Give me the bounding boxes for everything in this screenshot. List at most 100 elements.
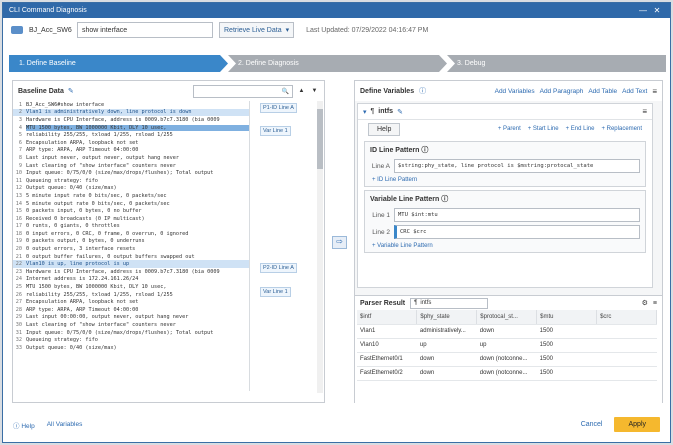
add-paragraph-button[interactable]: Add Paragraph <box>540 88 584 95</box>
code-line[interactable]: 6 Encapsulation ARPA, loopback not set <box>13 139 249 147</box>
tag-p2-id-line[interactable]: P2-ID Line A <box>260 263 297 273</box>
table-cell <box>596 324 657 339</box>
line-number: 7 <box>18 147 22 154</box>
baseline-search-input[interactable]: 🔍 <box>193 84 293 98</box>
more-icon[interactable]: ≡ <box>653 300 657 307</box>
baseline-code[interactable]: 1 BJ_Acc_SW6#show interface 2 Vlan1 is admi… <box>13 101 249 391</box>
chevron-down-icon[interactable]: ▾ <box>286 26 290 34</box>
apply-button[interactable]: Apply <box>614 417 660 432</box>
next-match-icon[interactable]: ▼ <box>310 88 319 94</box>
step-define-diagnosis[interactable]: 2. Define Diagnosis <box>228 55 447 72</box>
close-icon[interactable]: ✕ <box>650 6 664 15</box>
code-line[interactable]: 19 0 packets output, 0 bytes, 0 underrun… <box>13 238 249 246</box>
gear-icon[interactable]: ⚙ <box>642 299 648 307</box>
previous-match-icon[interactable]: ▲ <box>297 88 306 94</box>
code-line[interactable]: 9 Last clearing of "show interface" coun… <box>13 162 249 170</box>
code-line[interactable]: 32 Queueing strategy: fifo <box>13 336 249 344</box>
code-line[interactable]: 5 reliability 255/255, txload 1/255, rxl… <box>13 131 249 139</box>
define-variables-title: Define Variables <box>360 87 415 95</box>
search-icon[interactable]: 🔍 <box>282 88 289 95</box>
tag-var-line-1-b[interactable]: Var Line 1 <box>260 287 291 297</box>
code-line[interactable]: 4 MTU 1500 bytes, BW 1000000 Kbit, DLY 1… <box>13 124 249 132</box>
code-line[interactable]: 27 Encapsulation ARPA, loopback not set <box>13 298 249 306</box>
code-line[interactable]: 12 Output queue: 0/40 (size/max) <box>13 185 249 193</box>
tag-p1-id-line[interactable]: P1-ID Line A <box>260 103 297 113</box>
add-replacement-link[interactable]: + Replacement <box>601 126 642 132</box>
code-line[interactable]: 29 Last input 00:00:00, output never, ou… <box>13 314 249 322</box>
table-row[interactable]: Vlan10 up up 1500 <box>357 338 657 353</box>
code-line[interactable]: 24 Internet address is 172.24.161.26/24 <box>13 276 249 284</box>
code-line[interactable]: 3 Hardware is CPU Interface, address is … <box>13 116 249 124</box>
info-icon[interactable]: ⓘ <box>419 86 426 96</box>
edit-icon[interactable]: ✎ <box>68 87 74 95</box>
line-text: Last clearing of "show interface" counte… <box>26 162 176 169</box>
add-variables-button[interactable]: Add Variables <box>495 88 535 95</box>
line-number: 27 <box>15 299 22 306</box>
code-line[interactable]: 26 reliability 255/255, txload 1/255, rx… <box>13 291 249 299</box>
parser-result-select[interactable]: ¶ intfs <box>410 297 489 309</box>
table-cell: down <box>476 324 537 339</box>
help-button[interactable]: Help <box>368 122 401 136</box>
variable-line-input[interactable]: CRC $crc <box>394 225 640 239</box>
info-icon[interactable]: ⓘ <box>421 147 428 154</box>
id-line-input[interactable]: $string:phy_state, line protocol is $mst… <box>394 159 640 173</box>
paragraph-menu-icon[interactable]: ≡ <box>642 107 647 116</box>
tag-var-line-1[interactable]: Var Line 1 <box>260 126 291 136</box>
info-icon[interactable]: ⓘ <box>441 196 448 203</box>
code-line[interactable]: 22 Vlan10 is up, line protocol is up <box>13 260 249 269</box>
code-line[interactable]: 25 MTU 1500 bytes, BW 1000000 Kbit, DLY … <box>13 283 249 291</box>
code-line[interactable]: 15 0 packets input, 0 bytes, 0 no buffer <box>13 207 249 215</box>
code-line[interactable]: 13 5 minute input rate 0 bits/sec, 0 pac… <box>13 192 249 200</box>
menu-icon[interactable]: ≡ <box>652 87 657 96</box>
code-line[interactable]: 11 Queueing strategy: fifo <box>13 177 249 185</box>
column-header[interactable]: $crc <box>596 310 657 325</box>
table-row[interactable]: Vlan1 administratively... down 1500 <box>357 324 657 339</box>
code-line[interactable]: 16 Received 0 broadcasts (0 IP multicast… <box>13 215 249 223</box>
code-line[interactable]: 7 ARP type: ARPA, ARP Timeout 04:00:00 <box>13 147 249 155</box>
step-define-baseline[interactable]: 1. Define Baseline <box>9 55 228 72</box>
command-input[interactable]: show interface <box>77 22 213 38</box>
column-header[interactable]: $mtu <box>536 310 598 325</box>
add-end-line-link[interactable]: + End Line <box>566 126 595 132</box>
code-line[interactable]: 8 Last input never, output never, output… <box>13 154 249 162</box>
paragraph-name: intfs <box>378 108 394 115</box>
column-header[interactable]: $intf <box>357 310 418 325</box>
code-line[interactable]: 14 5 minute output rate 0 bits/sec, 0 pa… <box>13 200 249 208</box>
table-row[interactable]: FastEthernet0/2 down down (notconne... 1500 <box>357 366 657 381</box>
minimize-icon[interactable]: — <box>636 6 650 15</box>
column-header[interactable]: $protocal_st... <box>476 310 538 325</box>
arrow-right-icon[interactable]: ⇨ <box>332 236 347 249</box>
code-line[interactable]: 2 Vlan1 is administratively down, line pr… <box>13 108 249 117</box>
variable-line-label: Line 2 <box>372 228 390 236</box>
code-line[interactable]: 31 Input queue: 0/75/0/0 (size/max/drops… <box>13 329 249 337</box>
table-cell: administratively... <box>416 324 477 339</box>
add-text-button[interactable]: Add Text <box>622 88 647 95</box>
cancel-button[interactable]: Cancel <box>581 421 603 428</box>
add-id-line-link[interactable]: + ID Line Pattern <box>370 177 417 183</box>
add-table-button[interactable]: Add Table <box>588 88 617 95</box>
step-debug[interactable]: 3. Debug <box>447 55 666 72</box>
code-line[interactable]: 17 0 runts, 0 giants, 0 throttles <box>13 223 249 231</box>
code-line[interactable]: 23 Hardware is CPU Interface, address is… <box>13 268 249 276</box>
variable-line-input[interactable]: MTU $int:mtu <box>394 208 640 222</box>
edit-icon[interactable]: ✎ <box>397 108 403 116</box>
table-row[interactable]: FastEthernet0/1 down down (notconne... 1500 <box>357 352 657 367</box>
add-parent-link[interactable]: + Parent <box>498 126 521 132</box>
add-variable-line-link[interactable]: + Variable Line Pattern <box>370 243 433 249</box>
code-line[interactable]: 21 0 output buffer failures, 0 output bu… <box>13 253 249 261</box>
help-link[interactable]: ⓘ Help <box>13 420 35 430</box>
code-line[interactable]: 1 BJ_Acc_SW6#show interface <box>13 101 249 109</box>
code-line[interactable]: 33 Output queue: 0/40 (size/max) <box>13 344 249 352</box>
add-start-line-link[interactable]: + Start Line <box>528 126 559 132</box>
toolbar: BJ_Acc_SW6 show interface Retrieve Live … <box>3 18 670 42</box>
code-line[interactable]: 18 0 input errors, 0 CRC, 0 frame, 0 ove… <box>13 230 249 238</box>
retrieve-live-data-button[interactable]: Retrieve Live Data ▾ <box>219 22 295 38</box>
all-variables-link[interactable]: All Variables <box>47 421 83 428</box>
column-header[interactable]: $phy_state <box>416 310 478 325</box>
code-line[interactable]: 28 ARP type: ARPA, ARP Timeout 04:00:00 <box>13 306 249 314</box>
code-line[interactable]: 20 0 output errors, 3 interface resets <box>13 245 249 253</box>
baseline-scrollbar[interactable] <box>317 101 323 393</box>
collapse-icon[interactable]: ▾ <box>363 108 367 116</box>
code-line[interactable]: 30 Last clearing of "show interface" cou… <box>13 321 249 329</box>
code-line[interactable]: 10 Input queue: 0/75/0/0 (size/max/drops… <box>13 169 249 177</box>
